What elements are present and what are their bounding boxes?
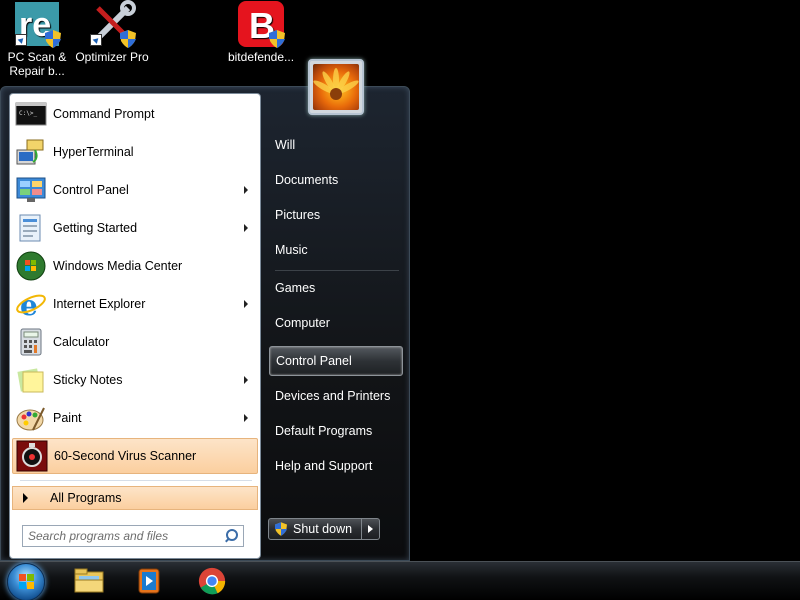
start-menu: C:\>_ Command Prompt HyperTerminal Contr… bbox=[0, 86, 410, 561]
program-label: Sticky Notes bbox=[53, 373, 123, 387]
submenu-arrow-icon[interactable] bbox=[244, 300, 248, 308]
program-label: Getting Started bbox=[53, 221, 138, 235]
virus-scanner-icon bbox=[16, 440, 48, 472]
right-item-pictures[interactable]: Pictures bbox=[269, 200, 403, 230]
bitdefender-icon: B bbox=[237, 0, 285, 48]
program-getting-started[interactable]: Getting Started bbox=[12, 210, 258, 246]
getting-started-icon bbox=[15, 212, 47, 244]
uac-shield-icon bbox=[120, 30, 136, 48]
program-label: HyperTerminal bbox=[53, 145, 134, 159]
search-programs-input[interactable] bbox=[28, 529, 221, 543]
right-item-label: Will bbox=[275, 138, 296, 152]
start-menu-programs-pane: C:\>_ Command Prompt HyperTerminal Contr… bbox=[9, 93, 261, 559]
taskbar-media-player[interactable] bbox=[121, 563, 177, 599]
media-center-icon bbox=[15, 250, 47, 282]
windows-orb-icon bbox=[7, 563, 45, 600]
chrome-icon bbox=[196, 566, 228, 596]
right-item-help-support[interactable]: Help and Support bbox=[269, 451, 403, 481]
all-programs-label: All Programs bbox=[50, 491, 122, 505]
taskbar-chrome[interactable] bbox=[184, 563, 240, 599]
paint-icon bbox=[15, 402, 47, 434]
program-label: Command Prompt bbox=[53, 107, 155, 121]
program-calculator[interactable]: Calculator bbox=[12, 324, 258, 360]
uac-shield-icon bbox=[45, 30, 61, 48]
desktop-icon-label: Optimizer Pro bbox=[75, 50, 149, 64]
right-item-label: Computer bbox=[275, 316, 330, 330]
taskbar-windows-explorer[interactable] bbox=[61, 563, 117, 599]
right-item-label: Control Panel bbox=[276, 354, 352, 368]
program-label: Internet Explorer bbox=[53, 297, 146, 311]
shortcut-arrow-icon bbox=[15, 34, 27, 46]
calculator-icon bbox=[15, 326, 47, 358]
program-label: Windows Media Center bbox=[53, 259, 183, 273]
user-avatar[interactable] bbox=[308, 59, 364, 115]
right-item-label: Pictures bbox=[275, 208, 321, 222]
svg-text:e: e bbox=[20, 289, 38, 320]
submenu-arrow-icon[interactable] bbox=[244, 414, 248, 422]
start-button[interactable] bbox=[4, 561, 48, 600]
right-item-label: Music bbox=[275, 243, 308, 257]
program-label: Calculator bbox=[53, 335, 110, 349]
windows-flag-icon bbox=[19, 574, 35, 590]
desktop-icon-label: PC Scan & Repair b... bbox=[7, 50, 67, 78]
submenu-arrow-icon[interactable] bbox=[244, 224, 248, 232]
programs-separator bbox=[20, 480, 252, 481]
desktop-icon-bitdefender[interactable]: B bitdefende... bbox=[221, 0, 301, 64]
control-panel-icon bbox=[15, 174, 47, 206]
uac-shield-icon bbox=[275, 522, 287, 536]
shutdown-control: Shut down bbox=[268, 518, 380, 540]
right-item-default-programs[interactable]: Default Programs bbox=[269, 416, 403, 446]
pc-scan-repair-icon: re bbox=[13, 0, 61, 48]
optimizer-pro-icon bbox=[88, 0, 136, 48]
right-item-user[interactable]: Will bbox=[269, 130, 403, 160]
right-item-music[interactable]: Music bbox=[269, 235, 403, 265]
right-pane-separator bbox=[275, 270, 399, 271]
cmd-icon: C:\>_ bbox=[15, 98, 47, 130]
program-command-prompt[interactable]: C:\>_ Command Prompt bbox=[12, 96, 258, 132]
program-control-panel[interactable]: Control Panel bbox=[12, 172, 258, 208]
shutdown-options-arrow-icon[interactable] bbox=[362, 518, 380, 540]
program-windows-media-center[interactable]: Windows Media Center bbox=[12, 248, 258, 284]
right-item-documents[interactable]: Documents bbox=[269, 165, 403, 195]
program-hyperterminal[interactable]: HyperTerminal bbox=[12, 134, 258, 170]
right-item-label: Games bbox=[275, 281, 316, 295]
program-internet-explorer[interactable]: e Internet Explorer bbox=[12, 286, 258, 322]
right-item-control-panel[interactable]: Control Panel bbox=[269, 346, 403, 376]
submenu-arrow-icon[interactable] bbox=[244, 376, 248, 384]
search-programs-box[interactable] bbox=[22, 525, 244, 547]
submenu-arrow-icon[interactable] bbox=[244, 186, 248, 194]
all-programs-button[interactable]: All Programs bbox=[12, 486, 258, 510]
uac-shield-icon bbox=[269, 30, 285, 48]
hyperterminal-icon bbox=[15, 136, 47, 168]
folder-icon bbox=[73, 566, 105, 596]
user-avatar-flower-image bbox=[313, 64, 359, 110]
search-icon[interactable] bbox=[221, 526, 243, 546]
right-item-devices-printers[interactable]: Devices and Printers bbox=[269, 381, 403, 411]
right-item-label: Default Programs bbox=[275, 424, 373, 438]
program-label: Paint bbox=[53, 411, 82, 425]
program-label: Control Panel bbox=[53, 183, 129, 197]
media-player-icon bbox=[133, 566, 165, 596]
all-programs-arrow-icon bbox=[23, 493, 28, 503]
program-paint[interactable]: Paint bbox=[12, 400, 258, 436]
shutdown-label: Shut down bbox=[293, 522, 353, 536]
shortcut-arrow-icon bbox=[90, 34, 102, 46]
right-item-games[interactable]: Games bbox=[269, 273, 403, 303]
shutdown-button[interactable]: Shut down bbox=[268, 518, 362, 540]
desktop-icon-optimizer-pro[interactable]: Optimizer Pro bbox=[72, 0, 152, 64]
program-60-second-virus-scanner[interactable]: 60-Second Virus Scanner bbox=[12, 438, 258, 474]
desktop-icon-pc-scan-repair[interactable]: re PC Scan & Repair b... bbox=[0, 0, 77, 78]
program-sticky-notes[interactable]: Sticky Notes bbox=[12, 362, 258, 398]
right-item-label: Help and Support bbox=[275, 459, 373, 473]
program-label: 60-Second Virus Scanner bbox=[54, 449, 197, 463]
desktop-icon-label: bitdefende... bbox=[227, 50, 295, 64]
ie-icon: e bbox=[15, 288, 47, 322]
right-item-label: Documents bbox=[275, 173, 339, 187]
right-item-label: Devices and Printers bbox=[275, 389, 391, 403]
right-item-computer[interactable]: Computer bbox=[269, 308, 403, 338]
sticky-notes-icon bbox=[15, 364, 47, 396]
taskbar bbox=[0, 561, 800, 600]
svg-text:C:\>_: C:\>_ bbox=[19, 110, 37, 117]
